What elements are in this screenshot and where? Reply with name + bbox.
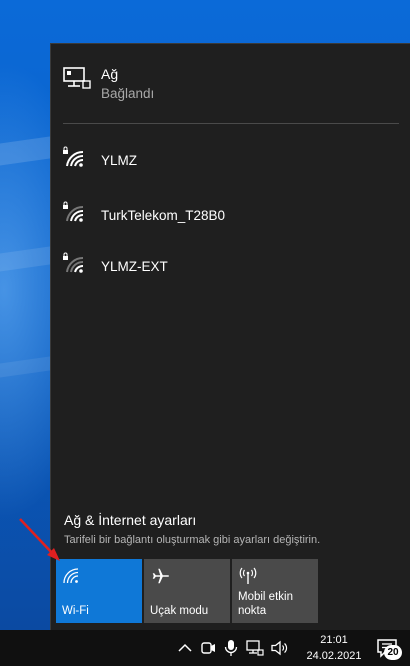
wifi-secured-icon <box>63 252 84 273</box>
airplane-mode-label: Uçak modu <box>150 605 209 617</box>
wifi-network-name: YLMZ-EXT <box>101 259 168 274</box>
wifi-network-item[interactable]: TurkTelekom_T28B0 <box>61 195 391 235</box>
notification-count-badge: 20 <box>384 645 402 660</box>
network-tray-icon[interactable] <box>246 639 264 657</box>
network-flyout: Ağ Bağlandı YLMZ TurkTelekom_T28B0 YLMZ-… <box>50 43 410 630</box>
network-status: Bağlandı <box>101 86 155 101</box>
network-settings-description: Tarifeli bir bağlantı oluşturmak gibi ay… <box>64 534 321 546</box>
connected-network[interactable]: Ağ Bağlandı <box>63 64 393 108</box>
wifi-network-item[interactable]: YLMZ-EXT <box>61 246 391 286</box>
network-settings-link[interactable]: Ağ & İnternet ayarları <box>64 512 196 528</box>
clock-time: 21:01 <box>320 634 348 646</box>
airplane-icon <box>152 568 169 584</box>
wifi-network-name: TurkTelekom_T28B0 <box>101 208 226 223</box>
clock-date: 24.02.2021 <box>306 650 362 662</box>
network-title: Ağ <box>101 66 119 82</box>
wifi-network-item[interactable]: YLMZ <box>61 140 391 180</box>
meet-now-icon[interactable] <box>199 639 217 657</box>
ethernet-monitor-icon <box>63 67 91 89</box>
wifi-secured-icon <box>63 201 84 222</box>
wifi-secured-icon <box>63 146 84 167</box>
microphone-icon[interactable] <box>222 639 240 657</box>
mobile-hotspot-icon <box>239 567 257 584</box>
annotation-arrow-icon <box>19 518 60 561</box>
mobile-hotspot-tile[interactable]: Mobil etkin nokta <box>232 559 318 623</box>
wifi-network-name: YLMZ <box>101 153 138 168</box>
taskbar-clock[interactable]: 21:01 24.02.2021 <box>302 632 366 664</box>
divider <box>63 123 399 124</box>
wifi-tile-label: Wi-Fi <box>62 605 89 617</box>
taskbar: 21:01 24.02.2021 20 <box>0 630 410 666</box>
chevron-up-icon[interactable] <box>176 639 194 657</box>
airplane-mode-tile[interactable]: Uçak modu <box>144 559 230 623</box>
speaker-icon[interactable] <box>270 639 288 657</box>
mobile-hotspot-label: Mobil etkin nokta <box>238 591 293 617</box>
